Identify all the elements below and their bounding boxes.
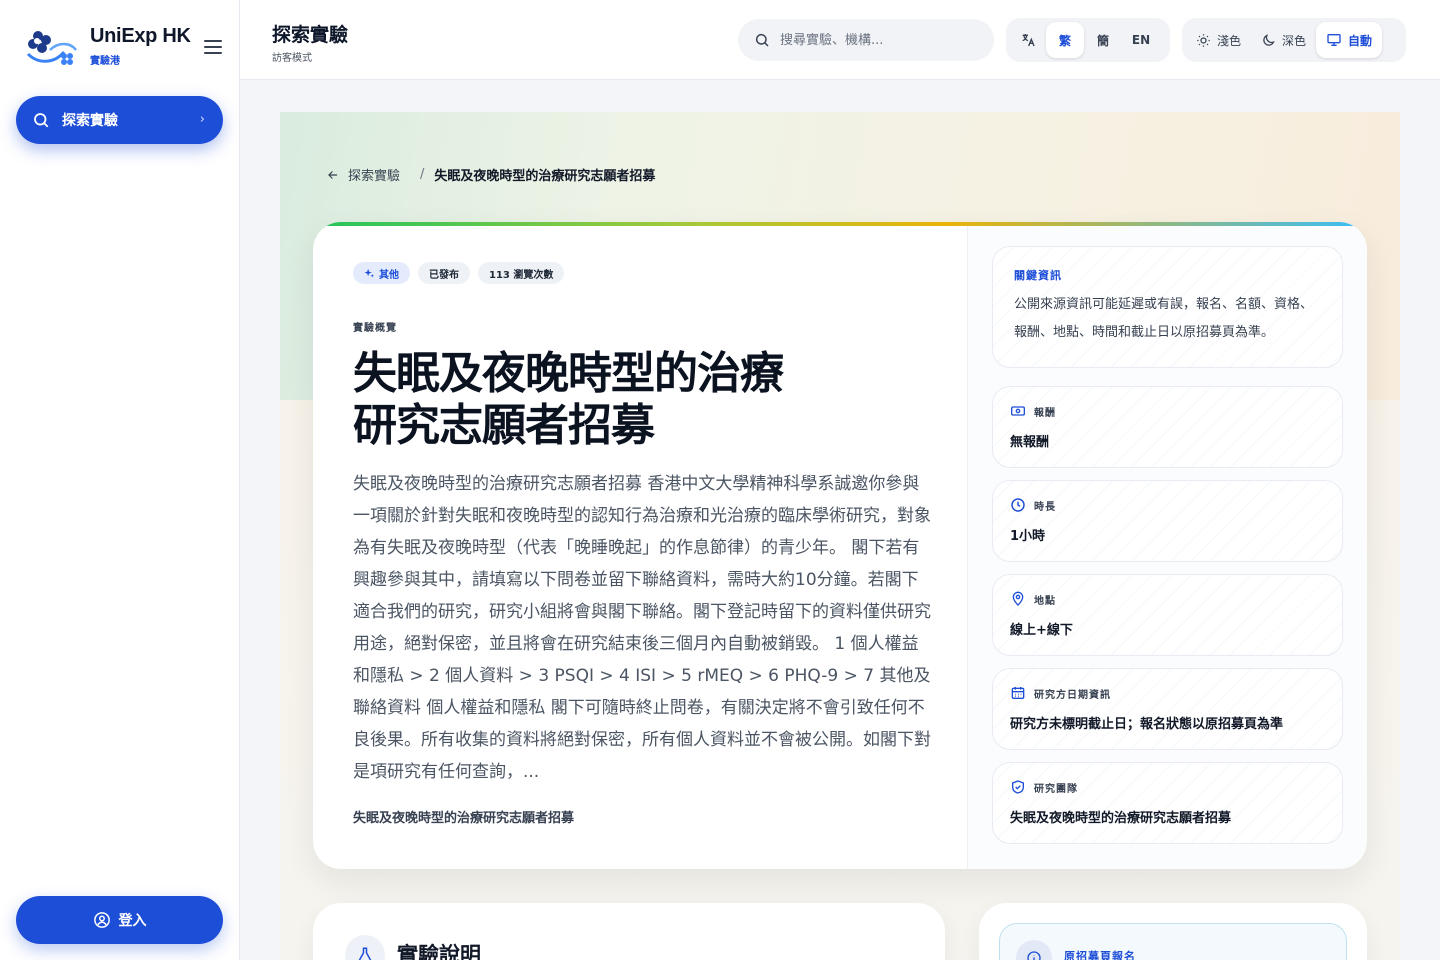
field-dates: 研究方日期資訊 研究方未標明截止日；報名狀態以原招募頁為準: [992, 668, 1343, 750]
chevron-right-icon: ›: [199, 112, 205, 127]
brand-name: UniExp HK: [90, 25, 191, 47]
sun-icon: [1197, 33, 1210, 47]
sidebar-item-explore[interactable]: 探索實驗 ›: [16, 96, 223, 144]
info-icon: [1016, 940, 1052, 960]
field-label: 時長: [1034, 501, 1056, 513]
field-compensation: 報酬 無報酬: [992, 386, 1343, 468]
field-value: 研究方未標明截止日；報名狀態以原招募頁為準: [1010, 717, 1284, 732]
breadcrumb-current: 失眠及夜晚時型的治療研究志願者招募: [434, 169, 656, 184]
menu-icon[interactable]: [204, 40, 222, 56]
language-switcher: 繁 簡 EN: [1006, 18, 1170, 62]
views-badge: 113 瀏覽次數: [478, 262, 565, 284]
theme-auto-label: 自動: [1348, 33, 1373, 48]
field-value: 無報酬: [1010, 435, 1050, 450]
translate-icon: [1010, 22, 1046, 58]
breadcrumb: 探索實驗 / 失眠及夜晚時型的治療研究志願者招募: [326, 165, 655, 184]
key-info-title: 關鍵資訊: [1014, 269, 1062, 282]
field-value: 1小時: [1010, 529, 1046, 544]
key-info-body: 公開來源資訊可能延遲或有誤，報名、名額、資格、報酬、地點、時間和截止日以原招募頁…: [1014, 297, 1314, 340]
search-icon: [34, 113, 49, 128]
field-duration: 時長 1小時: [992, 480, 1343, 562]
field-value: 失眠及夜晚時型的治療研究志願者招募: [1010, 811, 1232, 826]
login-label: 登入: [118, 913, 147, 929]
page-title: 探索實驗: [272, 24, 349, 46]
study-card: 其他 已發布 113 瀏覽次數 實驗概覽 失眠及夜晚時型的治療研究志願者招募 失…: [313, 222, 1367, 869]
study-description: 失眠及夜晚時型的治療研究志願者招募 香港中文大學精神科學系誠邀你參與一項關於針對…: [353, 474, 931, 782]
theme-dark-label: 深色: [1282, 33, 1307, 48]
field-label: 報酬: [1034, 407, 1056, 419]
field-research-team: 研究團隊 失眠及夜晚時型的治療研究志願者招募: [992, 762, 1343, 844]
category-tag[interactable]: 其他: [353, 262, 410, 284]
theme-light-label: 淺色: [1217, 33, 1242, 48]
search-input[interactable]: [780, 32, 970, 48]
original-recruit-link[interactable]: 原招募頁報名: [999, 923, 1347, 960]
key-info-box: 關鍵資訊 公開來源資訊可能延遲或有誤，報名、名額、資格、報酬、地點、時間和截止日…: [992, 246, 1343, 368]
breadcrumb-parent-link[interactable]: 探索實驗: [348, 165, 400, 184]
shield-icon: [1012, 780, 1024, 794]
lang-english-button[interactable]: EN: [1122, 22, 1160, 58]
lang-traditional-button[interactable]: 繁: [1046, 22, 1084, 58]
theme-light-button[interactable]: 淺色: [1186, 22, 1251, 58]
money-icon: [1011, 406, 1025, 416]
experiment-description-card: 實驗說明: [313, 903, 945, 960]
field-label: 地點: [1034, 595, 1056, 607]
search-box[interactable]: [738, 19, 994, 61]
login-button[interactable]: 登入: [16, 896, 223, 944]
arrow-left-icon[interactable]: [326, 168, 340, 182]
original-recruit-heading: 原招募頁報名: [1064, 950, 1136, 960]
sidebar: UniExp HK 實驗港 探索實驗 › 登入: [0, 0, 240, 960]
study-info-panel: 關鍵資訊 公開來源資訊可能延遲或有誤，報名、名額、資格、報酬、地點、時間和截止日…: [968, 226, 1367, 869]
location-pin-icon: [1012, 591, 1024, 606]
sidebar-item-label: 探索實驗: [62, 113, 118, 129]
theme-switcher: 淺色 深色 自動: [1182, 18, 1406, 62]
tag-list: 其他 已發布 113 瀏覽次數: [353, 262, 572, 284]
section-heading: 實驗說明: [397, 943, 481, 960]
clock-icon: [1011, 498, 1025, 512]
field-label: 研究團隊: [1034, 783, 1078, 795]
moon-icon: [1263, 33, 1275, 46]
study-title: 失眠及夜晚時型的治療研究志願者招募: [353, 348, 784, 451]
category-tag-label: 其他: [379, 269, 399, 281]
calendar-icon: [1011, 687, 1025, 699]
status-badge: 已發布: [418, 262, 470, 284]
theme-auto-button[interactable]: 自動: [1316, 22, 1383, 58]
search-icon: [755, 33, 769, 47]
brand[interactable]: UniExp HK 實驗港: [24, 24, 191, 68]
field-value: 線上+線下: [1010, 623, 1073, 638]
flask-icon: [345, 935, 385, 960]
sparkle-icon: [364, 268, 375, 278]
breadcrumb-separator: /: [420, 167, 425, 182]
user-circle-icon: [93, 912, 110, 928]
guest-mode-label: 訪客模式: [272, 53, 312, 64]
logo-icon: [26, 31, 77, 65]
apply-card: 原招募頁報名: [979, 903, 1367, 960]
monitor-icon: [1327, 34, 1341, 46]
field-location: 地點 線上+線下: [992, 574, 1343, 656]
brand-subtitle: 實驗港: [90, 56, 120, 67]
lang-simplified-button[interactable]: 簡: [1084, 22, 1122, 58]
field-label: 研究方日期資訊: [1034, 689, 1111, 701]
study-organization: 失眠及夜晚時型的治療研究志願者招募: [353, 811, 575, 826]
top-header: 探索實驗 訪客模式 繁 簡 EN 淺色 深色 自動: [240, 0, 1440, 80]
theme-dark-button[interactable]: 深色: [1251, 22, 1316, 58]
study-overview: 其他 已發布 113 瀏覽次數 實驗概覽 失眠及夜晚時型的治療研究志願者招募 失…: [313, 222, 967, 869]
overview-label: 實驗概覽: [353, 323, 397, 334]
